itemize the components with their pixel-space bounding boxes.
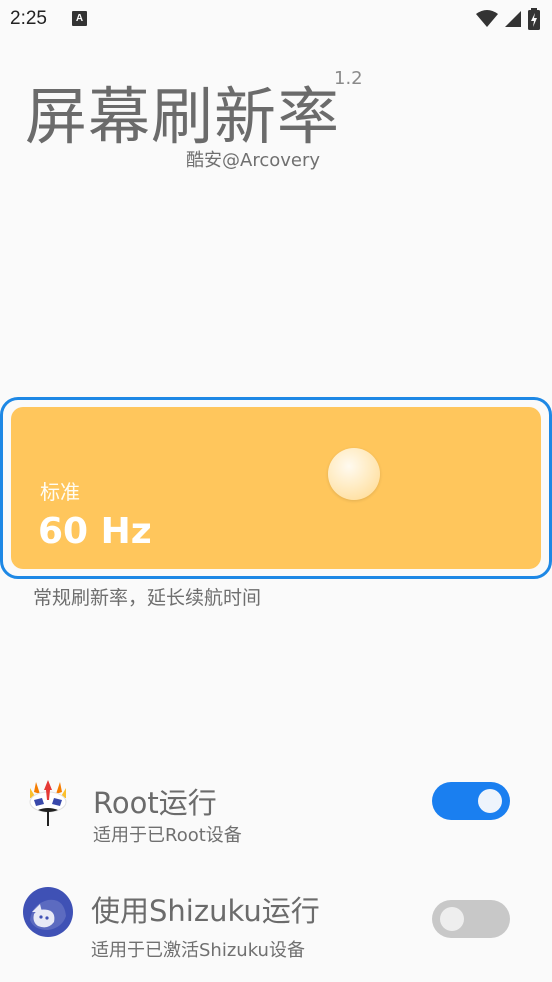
- shizuku-icon: [23, 887, 73, 937]
- notification-a-icon: A: [72, 11, 87, 26]
- option-root[interactable]: Root运行 适用于已Root设备: [0, 770, 552, 860]
- option-shizuku[interactable]: 使用Shizuku运行 适用于已激活Shizuku设备: [0, 880, 552, 970]
- option-shizuku-title: 使用Shizuku运行: [91, 894, 320, 928]
- refresh-rate-card[interactable]: 标准 60 Hz: [0, 397, 552, 579]
- shizuku-toggle-thumb: [440, 907, 464, 931]
- option-root-subtitle: 适用于已Root设备: [93, 825, 242, 846]
- signal-icon: [505, 11, 521, 27]
- wifi-icon: [476, 10, 498, 27]
- refresh-rate-value: 60 Hz: [38, 511, 152, 552]
- shizuku-toggle[interactable]: [432, 900, 510, 938]
- root-toggle-thumb: [478, 789, 502, 813]
- status-time: 2:25: [10, 8, 47, 29]
- refresh-mode-label: 标准: [40, 480, 80, 504]
- battery-charging-icon: [528, 8, 540, 30]
- status-icons: [476, 8, 540, 30]
- app-title: 屏幕刷新率: [25, 80, 341, 153]
- option-root-title: Root运行: [93, 786, 217, 820]
- option-shizuku-subtitle: 适用于已激活Shizuku设备: [91, 940, 305, 961]
- magisk-icon: [29, 780, 67, 826]
- app-version: 1.2: [334, 68, 363, 89]
- root-toggle[interactable]: [432, 782, 510, 820]
- refresh-rate-card-body[interactable]: 标准 60 Hz: [11, 407, 541, 569]
- refresh-rate-knob[interactable]: [328, 448, 380, 500]
- refresh-mode-description: 常规刷新率，延长续航时间: [33, 587, 262, 609]
- app-author: 酷安@Arcovery: [186, 150, 321, 171]
- status-bar: 2:25 A: [0, 0, 552, 40]
